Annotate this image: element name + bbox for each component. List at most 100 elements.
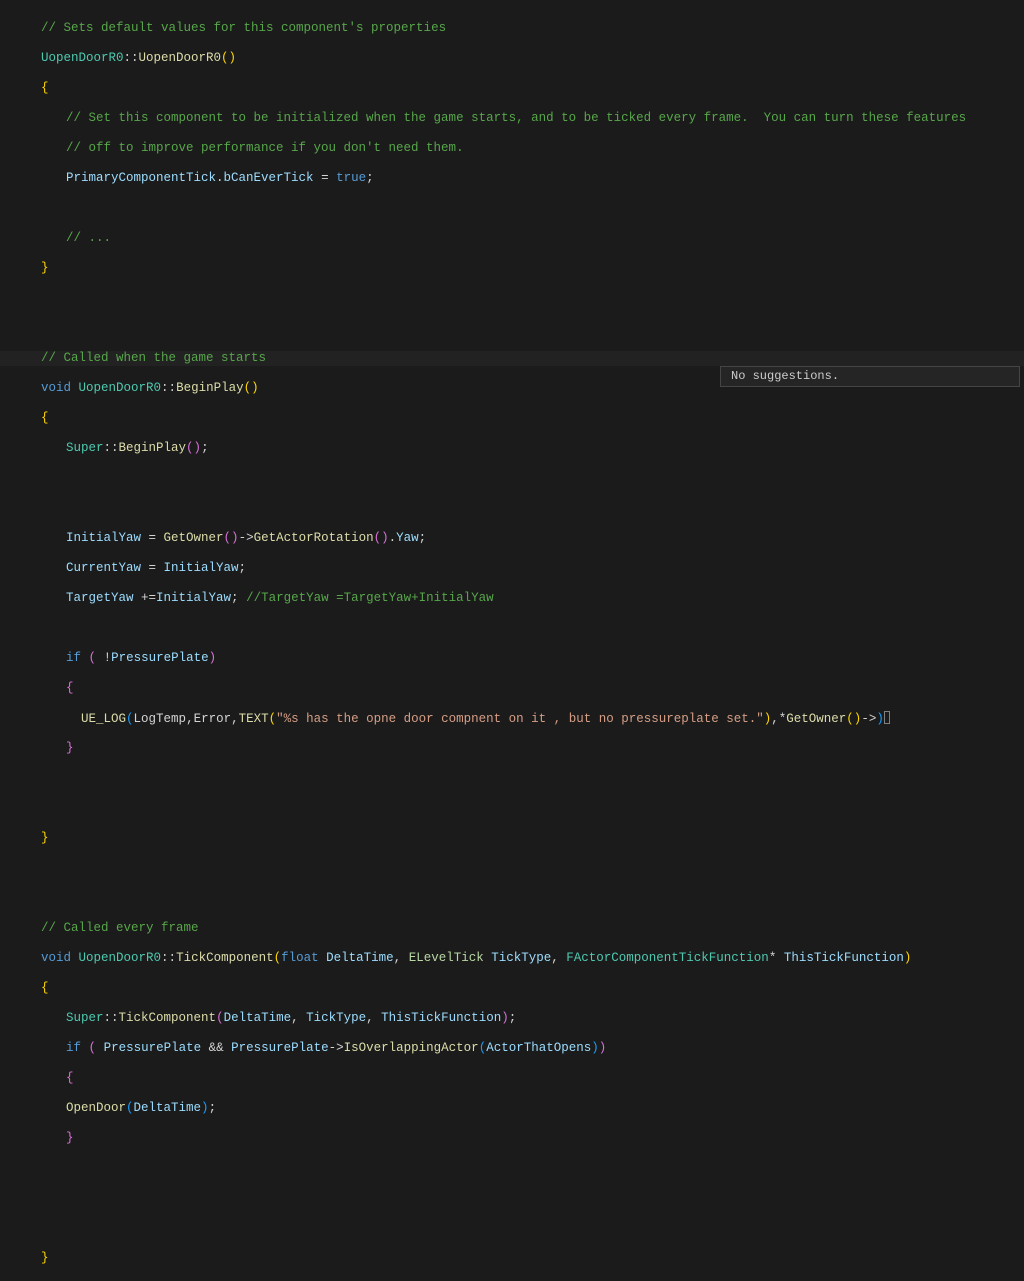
error-lvl: Error	[194, 712, 232, 726]
ctor-name: UopenDoorR0	[139, 51, 222, 65]
brace-close: }	[41, 831, 49, 845]
paren: ()	[186, 441, 201, 455]
brace-close: }	[66, 741, 74, 755]
func-beginplay: BeginPlay	[119, 441, 187, 455]
prop-yaw: Yaw	[396, 531, 419, 545]
comma: ,	[551, 951, 559, 965]
paren-close: )	[591, 1041, 599, 1055]
paren: ()	[224, 531, 239, 545]
not-op: !	[104, 651, 112, 665]
dot: .	[389, 531, 397, 545]
semi: ;	[231, 591, 239, 605]
star: *	[779, 712, 787, 726]
paren: ()	[221, 51, 236, 65]
comma: ,	[291, 1011, 299, 1025]
sp	[81, 1041, 89, 1055]
comment: // off to improve performance if you don…	[66, 141, 464, 155]
paren-close: )	[209, 651, 217, 665]
param: TickType	[491, 951, 551, 965]
brace-close: }	[41, 1251, 49, 1265]
kw-true: true	[336, 171, 366, 185]
var: PressurePlate	[231, 1041, 329, 1055]
brace-close: }	[41, 261, 49, 275]
super: Super	[66, 1011, 104, 1025]
paren-close: )	[904, 951, 912, 965]
sp	[484, 951, 492, 965]
comment: //TargetYaw =TargetYaw+InitialYaw	[246, 591, 494, 605]
comma: ,	[771, 712, 779, 726]
comment: // Set this component to be initialized …	[66, 111, 966, 125]
sp	[81, 651, 89, 665]
brace-close: }	[66, 1131, 74, 1145]
func-isoverlap: IsOverlappingActor	[344, 1041, 479, 1055]
paren-close: )	[599, 1041, 607, 1055]
paren-close: )	[876, 712, 884, 726]
brace-open: {	[41, 81, 49, 95]
comment: // Called when the game starts	[41, 351, 266, 365]
class-name: UopenDoorR0	[79, 381, 162, 395]
paren-close: )	[501, 1011, 509, 1025]
paren-open: (	[126, 712, 134, 726]
sp	[374, 1011, 382, 1025]
comma: ,	[366, 1011, 374, 1025]
kw-if: if	[66, 651, 81, 665]
intellisense-popup[interactable]: No suggestions.	[720, 366, 1020, 387]
semi: ;	[209, 1101, 217, 1115]
paren: ()	[846, 712, 861, 726]
eq: =	[141, 561, 164, 575]
sp	[776, 951, 784, 965]
no-suggestions-text: No suggestions.	[731, 369, 839, 383]
logtemp: LogTemp	[134, 712, 187, 726]
semi: ;	[366, 171, 374, 185]
func-getactorrot: GetActorRotation	[254, 531, 374, 545]
var: InitialYaw	[164, 561, 239, 575]
type-ftick: FActorComponentTickFunction	[566, 951, 769, 965]
pluseq: +=	[134, 591, 157, 605]
sp	[319, 951, 327, 965]
kw-void: void	[41, 951, 71, 965]
super: Super	[66, 441, 104, 455]
sp	[96, 1041, 104, 1055]
brace-open: {	[66, 681, 74, 695]
var: CurrentYaw	[66, 561, 141, 575]
eq: =	[141, 531, 164, 545]
func-tickcomp: TickComponent	[176, 951, 274, 965]
kw-void: void	[41, 381, 71, 395]
arg: ThisTickFunction	[381, 1011, 501, 1025]
func-getowner: GetOwner	[164, 531, 224, 545]
func-opendoor: OpenDoor	[66, 1101, 126, 1115]
func-getowner: GetOwner	[786, 712, 846, 726]
arrow: ->	[861, 712, 876, 726]
sp	[239, 591, 247, 605]
arg: DeltaTime	[134, 1101, 202, 1115]
paren-open: (	[126, 1101, 134, 1115]
kw-if: if	[66, 1041, 81, 1055]
star: *	[769, 951, 777, 965]
type-eleveltick: ELevelTick	[409, 951, 484, 965]
paren-close: )	[201, 1101, 209, 1115]
brace-open: {	[41, 981, 49, 995]
uelog-macro: UE_LOG	[81, 712, 126, 726]
arrow: ->	[239, 531, 254, 545]
scope-op: ::	[161, 381, 176, 395]
semi: ;	[239, 561, 247, 575]
func-tickcomp: TickComponent	[119, 1011, 217, 1025]
brace-open: {	[41, 411, 49, 425]
var: InitialYaw	[156, 591, 231, 605]
arg: DeltaTime	[224, 1011, 292, 1025]
paren-open: (	[216, 1011, 224, 1025]
var: bCanEverTick	[224, 171, 314, 185]
class-name: UopenDoorR0	[41, 51, 124, 65]
paren-close: )	[764, 712, 772, 726]
param: DeltaTime	[326, 951, 394, 965]
param: ThisTickFunction	[784, 951, 904, 965]
comment: // Called every frame	[41, 921, 199, 935]
comment-ellipsis: // ...	[66, 231, 111, 245]
paren-open: (	[274, 951, 282, 965]
sp	[71, 951, 79, 965]
var: TargetYaw	[66, 591, 134, 605]
code-editor[interactable]: // Sets default values for this componen…	[0, 0, 1024, 1281]
arg: TickType	[306, 1011, 366, 1025]
semi: ;	[509, 1011, 517, 1025]
semi: ;	[419, 531, 427, 545]
